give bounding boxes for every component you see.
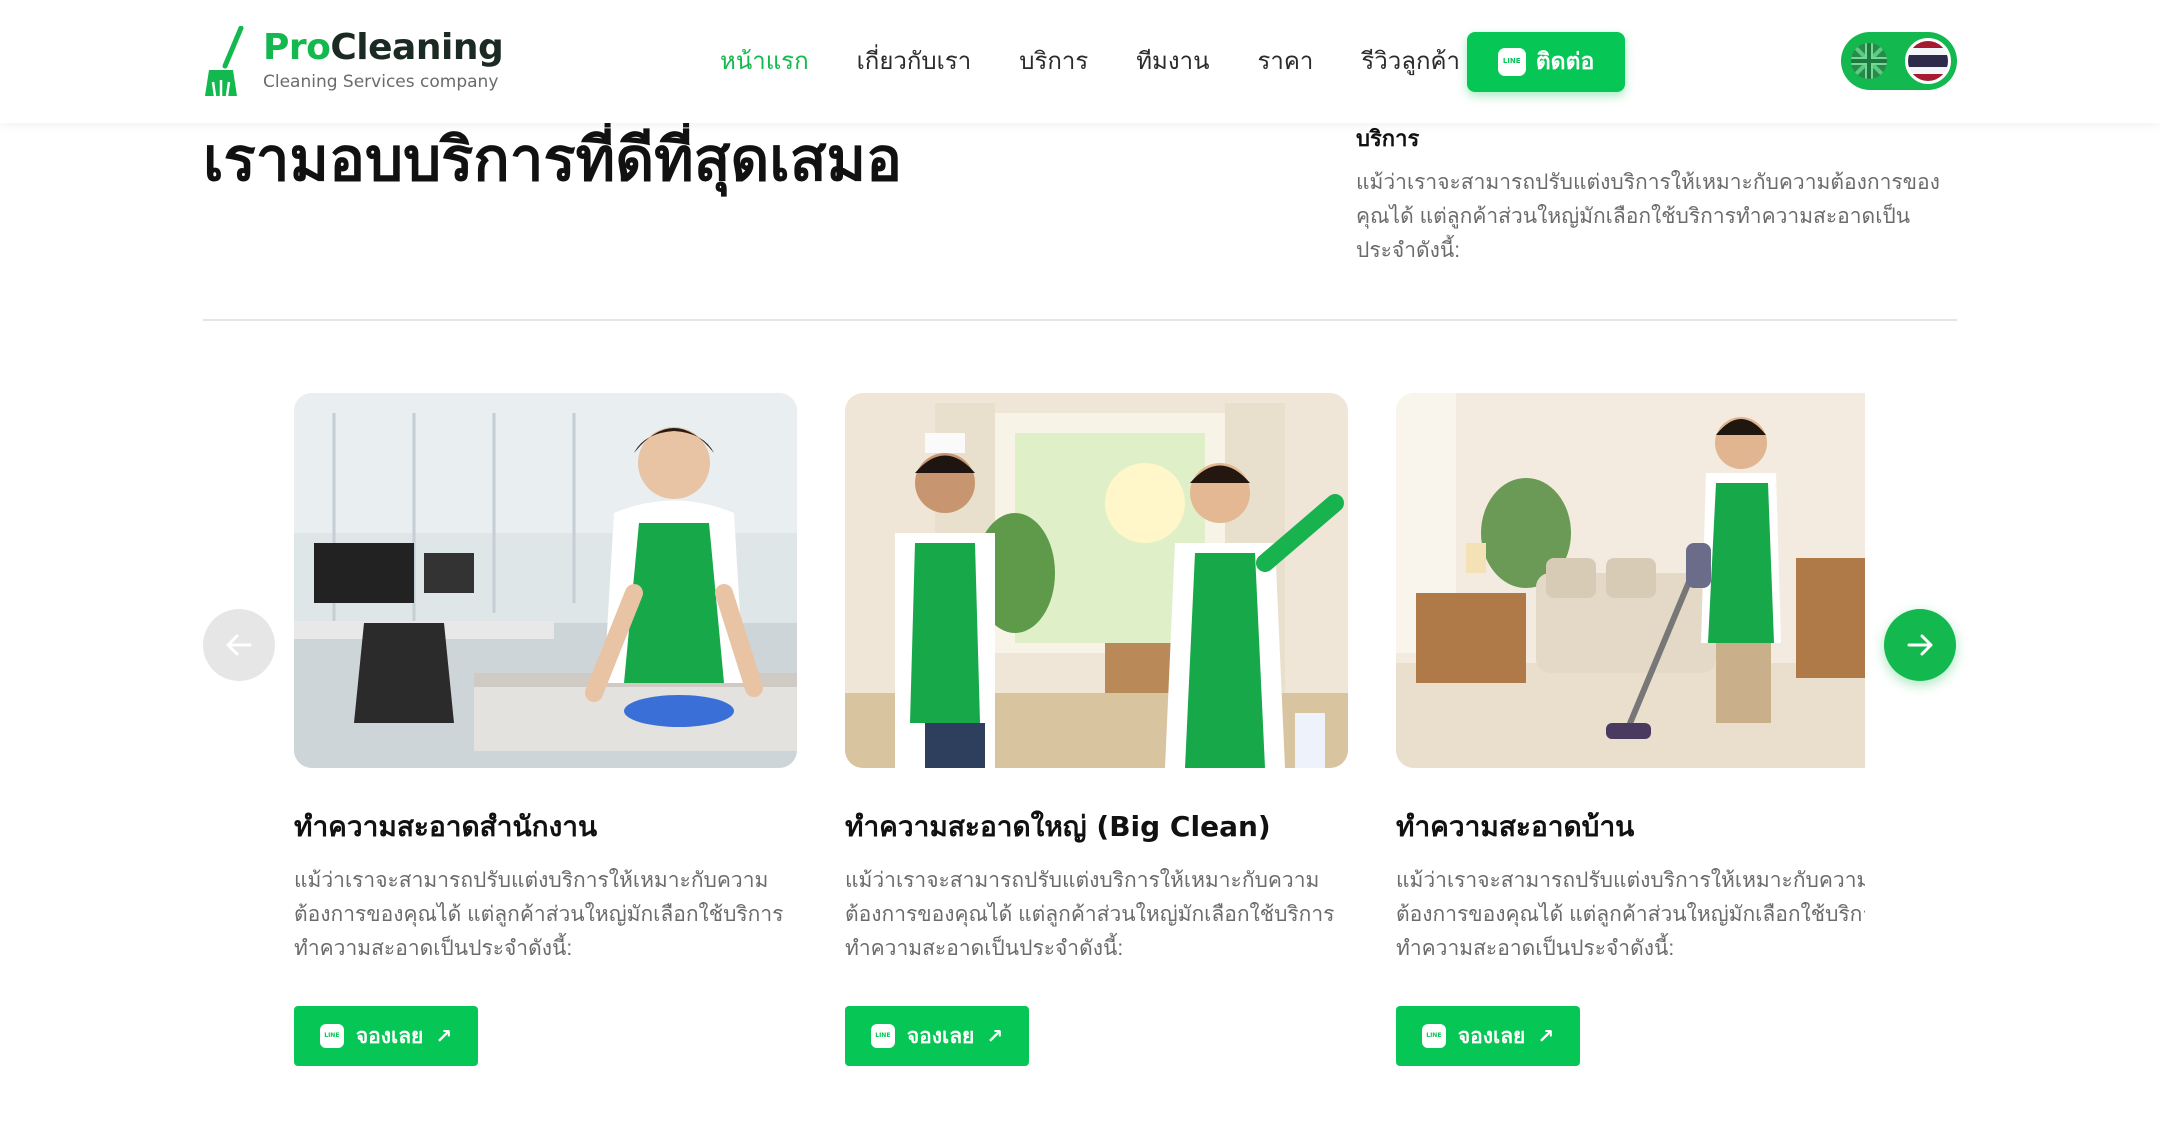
- nav-home[interactable]: หน้าแรก: [720, 47, 809, 77]
- service-description: แม้ว่าเราจะสามารถปรับแต่งบริการให้เหมาะก…: [845, 869, 1335, 960]
- brand-tagline: Cleaning Services company: [263, 72, 499, 92]
- line-app-icon: [319, 1024, 344, 1048]
- nav-pricing[interactable]: ราคา: [1257, 47, 1313, 77]
- section-intro: บริการ แม้ว่าเราจะสามารถปรับแต่งบริการให…: [1356, 124, 1956, 268]
- main-nav: หน้าแรก เกี่ยวกับเรา บริการ ทีมงาน ราคา …: [720, 47, 1508, 77]
- nav-reviews[interactable]: รีวิวลูกค้า: [1361, 47, 1460, 77]
- section-label: บริการ: [1356, 126, 1420, 151]
- book-now-label: จองเลย: [906, 1024, 975, 1048]
- thai-flag-icon[interactable]: [1905, 38, 1951, 84]
- nav-services[interactable]: บริการ: [1019, 47, 1088, 77]
- external-link-icon: ↗: [1537, 1025, 1555, 1048]
- line-app-icon: [870, 1024, 895, 1048]
- nav-team[interactable]: ทีมงาน: [1136, 47, 1209, 77]
- contact-button[interactable]: ติดต่อ: [1467, 32, 1625, 92]
- service-title: ทำความสะอาดใหญ่ (Big Clean): [845, 810, 1271, 843]
- carousel-next-button[interactable]: [1884, 609, 1956, 681]
- services-carousel: ทำความสะอาดสำนักงาน แม้ว่าเราจะสามารถปรั…: [294, 393, 1865, 1093]
- book-now-label: จองเลย: [1457, 1024, 1526, 1048]
- uk-flag-icon[interactable]: [1851, 43, 1887, 79]
- brand-name: ProCleaning: [263, 27, 504, 68]
- book-now-button[interactable]: จองเลย ↗: [845, 1006, 1029, 1066]
- big-clean-image: [845, 393, 1348, 768]
- broom-logo-icon: [205, 26, 244, 97]
- service-title: ทำความสะอาดบ้าน: [1396, 810, 1635, 843]
- divider: [203, 319, 1957, 321]
- language-toggle[interactable]: [1841, 32, 1957, 90]
- arrow-right-icon: [1907, 634, 1933, 656]
- book-now-button[interactable]: จองเลย ↗: [1396, 1006, 1580, 1066]
- section-title: เรามอบบริการที่ดีที่สุดเสมอ: [203, 125, 903, 195]
- service-card-big-clean: ทำความสะอาดใหญ่ (Big Clean) แม้ว่าเราจะส…: [845, 393, 1348, 1066]
- site-header: ProCleaning Cleaning Services company หน…: [0, 0, 2160, 123]
- book-now-button[interactable]: จองเลย ↗: [294, 1006, 478, 1066]
- logo[interactable]: ProCleaning Cleaning Services company: [203, 26, 504, 98]
- external-link-icon: ↗: [435, 1025, 453, 1048]
- arrow-left-icon: [226, 634, 252, 656]
- service-card-house: ทำความสะอาดบ้าน แม้ว่าเราจะสามารถปรับแต่…: [1396, 393, 1865, 1066]
- contact-label: ติดต่อ: [1535, 48, 1595, 74]
- external-link-icon: ↗: [986, 1025, 1004, 1048]
- book-now-label: จองเลย: [355, 1024, 424, 1048]
- service-title: ทำความสะอาดสำนักงาน: [294, 810, 598, 843]
- nav-about[interactable]: เกี่ยวกับเรา: [857, 47, 972, 77]
- section-description: แม้ว่าเราจะสามารถปรับแต่งบริการให้เหมาะก…: [1356, 171, 1940, 262]
- line-app-icon: [1421, 1024, 1446, 1048]
- line-app-icon: [1497, 48, 1526, 76]
- service-card-office: ทำความสะอาดสำนักงาน แม้ว่าเราจะสามารถปรั…: [294, 393, 797, 1066]
- office-cleaning-image: [294, 393, 797, 768]
- house-cleaning-image: [1396, 393, 1865, 768]
- service-description: แม้ว่าเราจะสามารถปรับแต่งบริการให้เหมาะก…: [1396, 869, 1865, 960]
- carousel-prev-button[interactable]: [203, 609, 275, 681]
- service-description: แม้ว่าเราจะสามารถปรับแต่งบริการให้เหมาะก…: [294, 869, 784, 960]
